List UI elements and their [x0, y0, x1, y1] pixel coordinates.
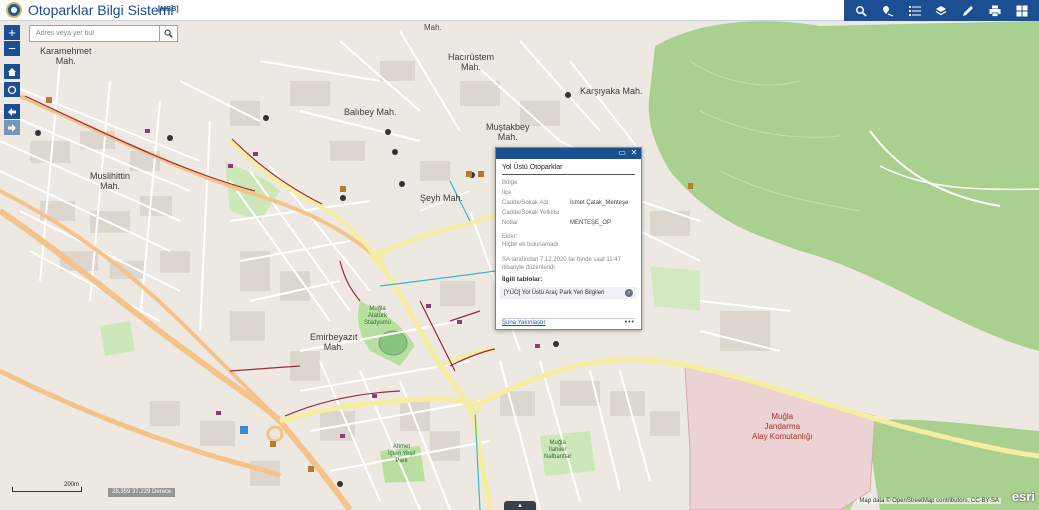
search-button[interactable]	[159, 26, 177, 41]
more-options-icon[interactable]: •••	[625, 319, 635, 326]
location-tool-icon[interactable]	[879, 3, 897, 19]
zoom-in-button[interactable]: +	[4, 25, 20, 40]
popup-title: Yol Üstü Otoparklar	[502, 164, 635, 175]
home-button[interactable]	[4, 64, 20, 79]
locate-button[interactable]	[4, 82, 20, 97]
attribute-table-toggle[interactable]: ▲	[504, 501, 536, 510]
chevron-right-icon: ›	[625, 289, 633, 297]
label-nalbantlar: Muğla İlahiler Nalbantlar	[544, 440, 572, 460]
related-table-item[interactable]: [YÜO] Yol Üstü Araç Park Yeri Bilgileri …	[500, 287, 637, 299]
label-balibey: Balıbey Mah.	[344, 107, 397, 117]
label-mustakbey: Muştakbey Mah.	[486, 122, 530, 142]
edit-info: SA tarafından 7.12.2020 tar hinde saat 1…	[502, 257, 621, 271]
field-key: Cadde/Sokak Adı	[502, 200, 549, 206]
map-attribution: Map data © OpenStreetMap contributors, C…	[857, 498, 1001, 504]
popup-footer: Şuna Yakınlaştır •••	[502, 318, 635, 326]
label-ahmet-park: Ahmet İçten Yeşil Park	[388, 444, 416, 464]
header-toolbar	[844, 0, 1039, 21]
attachments-text: Hiçbir ek bulunamadı	[502, 241, 559, 248]
print-icon[interactable]	[986, 3, 1004, 19]
related-tables-title: İlgili tablolar:	[502, 276, 543, 283]
field-key: Notlar	[502, 220, 519, 226]
label-stadium: Muğla Atatürk Stadyumu	[364, 306, 392, 326]
chevron-up-icon: ▲	[517, 502, 523, 509]
coordinate-readout[interactable]: 28,359 37,229 Derece	[108, 488, 176, 497]
previous-extent-button[interactable]	[4, 104, 20, 119]
field-value: MENTEŞE_OP	[570, 220, 612, 226]
attachments-label: Ekler:	[502, 234, 518, 240]
field-row: Notlar MENTEŞE_OP	[502, 218, 635, 228]
related-table-label: [YÜO] Yol Üstü Araç Park Yeri Bilgileri	[504, 290, 605, 296]
label-hacirustem: Hacırüstem Mah.	[448, 52, 495, 72]
maximize-icon[interactable]: ▭	[618, 149, 626, 157]
label-seyh: Şeyh Mah.	[420, 193, 464, 203]
field-key: İlçe	[502, 190, 512, 196]
label-karamehmet: Karamehmet Mah.	[40, 46, 92, 66]
close-icon[interactable]: ✕	[630, 149, 638, 157]
arrow-left-icon	[8, 107, 16, 116]
popup-fields: Bölge İlçe Cadde/Sokak Adı İsmet Çatak_Me…	[502, 178, 635, 228]
label-jandarma: Muğla Jandarma Alay Komutanlığı	[752, 412, 813, 441]
field-value: İsmet Çatak_Menteşe	[570, 200, 629, 206]
field-row: Cadde/Sokak Yetkilisi	[502, 208, 635, 218]
app-grid-icon[interactable]	[1013, 3, 1031, 19]
next-extent-button[interactable]	[4, 120, 20, 135]
field-key: Bölge	[502, 180, 518, 186]
locate-icon	[7, 85, 17, 94]
layer-list-icon[interactable]	[906, 3, 924, 19]
app-title: Otoparklar Bilgi Sistemi	[28, 2, 174, 18]
home-icon	[8, 67, 16, 76]
app-header: Otoparklar Bilgi Sistemi [MBB]	[0, 0, 1039, 21]
zoom-to-link[interactable]: Şuna Yakınlaştır	[502, 320, 545, 326]
address-search	[29, 25, 178, 42]
municipality-logo	[6, 2, 22, 18]
layers-icon[interactable]	[932, 3, 950, 19]
label-muslihittin: Muslihittin Mah.	[90, 171, 131, 191]
app-root: Otoparklar Bilgi Sistemi [MBB] Karamehme…	[0, 0, 1039, 510]
popup-header: ▭ ✕	[496, 148, 641, 159]
app-subtitle: [MBB]	[158, 6, 179, 13]
field-row: İlçe	[502, 188, 635, 198]
esri-logo: esri	[1011, 489, 1035, 504]
search-icon	[164, 29, 173, 38]
search-input[interactable]	[30, 26, 160, 41]
search-tool-icon[interactable]	[852, 3, 870, 19]
scale-label: 200m	[64, 482, 80, 488]
field-row: Cadde/Sokak Adı İsmet Çatak_Menteşe	[502, 198, 635, 208]
label-emirbeyazit: Emirbeyazıt Mah.	[310, 332, 358, 352]
feature-popup: ▭ ✕ Yol Üstü Otoparklar Bölge İlçe Cadde…	[495, 147, 642, 330]
label-karsiyaka: Karşıyaka Mah.	[580, 86, 643, 96]
field-key: Cadde/Sokak Yetkilisi	[502, 210, 560, 216]
draw-icon[interactable]	[959, 3, 977, 19]
zoom-out-button[interactable]: −	[4, 41, 20, 56]
label-mah-top: Mah.	[424, 23, 442, 32]
field-row: Bölge	[502, 178, 635, 188]
arrow-right-icon	[8, 123, 16, 132]
